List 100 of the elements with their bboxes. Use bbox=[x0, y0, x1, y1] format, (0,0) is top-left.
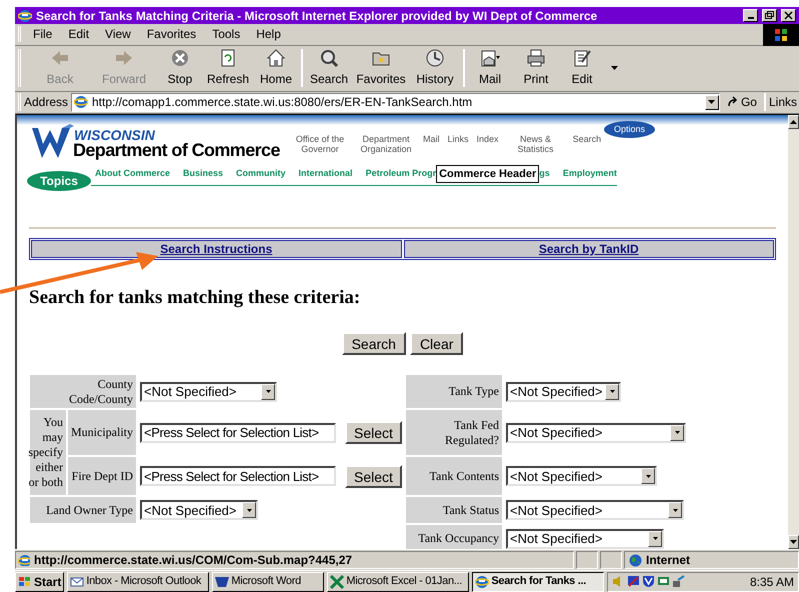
toolbar-button[interactable]: Print bbox=[513, 47, 559, 90]
nav-link[interactable]: News & Statistics bbox=[506, 134, 565, 154]
toolbar-button[interactable]: Search bbox=[305, 47, 353, 90]
edit-icon bbox=[572, 48, 592, 68]
browser-icon bbox=[475, 574, 490, 589]
restore-icon bbox=[765, 11, 774, 20]
address-label: Address bbox=[24, 94, 68, 112]
page-icon bbox=[74, 95, 88, 110]
toolbar-button[interactable]: Stop bbox=[157, 47, 203, 90]
nav-link[interactable]: Office of the Governor bbox=[291, 134, 349, 154]
taskbar-button[interactable]: Microsoft Excel - 01Jan... bbox=[327, 572, 470, 592]
home-icon bbox=[266, 48, 286, 68]
agency-name: Department of Commerce bbox=[73, 140, 280, 159]
field-label: Tank Type bbox=[406, 375, 502, 408]
topic-link[interactable]: gs bbox=[539, 167, 550, 181]
window-title: Search for Tanks Matching Criteria - Microsoft Internet Explorer provided by WI Dept of Commerce bbox=[36, 8, 598, 24]
shield-icon bbox=[642, 575, 656, 588]
toolbar-button[interactable]: Refresh bbox=[203, 47, 253, 90]
dropdown[interactable]: <Not Specified> bbox=[506, 422, 686, 443]
dropdown[interactable]: <Not Specified> bbox=[506, 382, 621, 402]
close-icon bbox=[784, 11, 793, 20]
status-pane bbox=[600, 551, 622, 570]
toolbar-button[interactable]: Favorites bbox=[353, 47, 409, 90]
spreadsheet-icon bbox=[330, 574, 344, 589]
nav-link[interactable]: Department Organization bbox=[357, 134, 415, 154]
dropdown-arrow-icon bbox=[246, 508, 252, 512]
dropdown[interactable]: <Not Specified> bbox=[140, 500, 258, 520]
toolbar-button[interactable]: Mail bbox=[467, 47, 513, 90]
menu-item[interactable]: File bbox=[25, 25, 60, 44]
dropdown-caret-icon bbox=[611, 66, 618, 70]
menu-item[interactable]: Favorites bbox=[138, 25, 204, 44]
field-label: Municipality bbox=[68, 410, 136, 456]
wisconsin-logo-icon bbox=[30, 124, 74, 160]
field-label: Tank Fed Regulated? bbox=[406, 410, 502, 456]
taskbar-button[interactable]: Search for Tanks ... bbox=[472, 572, 604, 592]
page-heading: Search for tanks matching these criteria: bbox=[29, 286, 362, 310]
field-label: Fire Dept ID bbox=[68, 457, 136, 496]
nav-link[interactable]: Links bbox=[448, 134, 469, 144]
form-button[interactable]: Clear bbox=[410, 332, 464, 356]
taskbar-button[interactable]: Microsoft Word bbox=[212, 572, 324, 592]
monitor-icon bbox=[627, 575, 640, 588]
browser-icon bbox=[18, 8, 32, 22]
dropdown[interactable]: <Not Specified> bbox=[506, 466, 657, 486]
topic-link[interactable]: Community bbox=[236, 167, 286, 181]
text-field[interactable]: <Press Select for Selection List> bbox=[140, 422, 336, 443]
windows-flag-icon bbox=[774, 28, 788, 42]
menu-item[interactable]: Help bbox=[248, 25, 289, 44]
scroll-down-icon bbox=[790, 540, 797, 544]
topic-link[interactable]: About Commerce bbox=[95, 167, 170, 181]
form-button[interactable]: Search bbox=[342, 332, 406, 356]
topic-link[interactable]: International bbox=[298, 167, 353, 181]
select-button[interactable]: Select bbox=[345, 464, 402, 488]
field-label: County Code/County bbox=[30, 375, 136, 408]
field-label: Tank Occupancy bbox=[406, 525, 502, 550]
dropdown-arrow-icon bbox=[266, 390, 270, 394]
clock: 8:35 AM bbox=[750, 574, 795, 591]
field-note: You may specify either or both bbox=[30, 410, 66, 496]
go-arrow-icon bbox=[726, 96, 739, 108]
dropdown-arrow-icon bbox=[674, 431, 680, 434]
nav-link[interactable]: Index bbox=[476, 134, 499, 144]
topic-link[interactable]: Petroleum Progr bbox=[366, 167, 436, 181]
text-field[interactable]: <Press Select for Selection List> bbox=[140, 466, 336, 486]
nav-link[interactable]: Search bbox=[572, 134, 602, 144]
topic-link[interactable]: Business bbox=[183, 167, 224, 181]
scrollbar[interactable] bbox=[788, 114, 799, 550]
state-name: WISCONSIN bbox=[74, 128, 155, 142]
field-label: Land Owner Type bbox=[30, 497, 136, 524]
history-icon bbox=[425, 48, 445, 68]
taskbar-button[interactable]: Inbox - Microsoft Outlook bbox=[67, 572, 210, 592]
topics-badge[interactable]: Topics bbox=[27, 170, 91, 191]
search-icon bbox=[319, 48, 339, 68]
toolbar-button[interactable]: Edit bbox=[559, 47, 605, 90]
select-button[interactable]: Select bbox=[345, 421, 402, 444]
menu-item[interactable]: Tools bbox=[204, 25, 248, 44]
toolbar-button[interactable]: History bbox=[409, 47, 461, 90]
dropdown-arrow-icon bbox=[672, 508, 678, 512]
status-pane bbox=[576, 551, 598, 570]
address-field[interactable]: http://comapp1.commerce.state.wi.us:8080/ers/ER-EN-TankSearch.htm bbox=[71, 92, 720, 112]
start-button[interactable]: Start bbox=[15, 572, 64, 592]
dropdown-arrow-icon bbox=[646, 474, 650, 478]
menu-item[interactable]: Edit bbox=[60, 25, 98, 44]
toolbar-button[interactable]: Home bbox=[253, 47, 299, 90]
dropdown[interactable]: <Not Specified> bbox=[506, 500, 684, 520]
field-label: Tank Contents bbox=[406, 457, 502, 496]
nav-link[interactable]: Mail bbox=[423, 134, 440, 144]
scroll-up-icon bbox=[790, 120, 797, 124]
topic-link[interactable]: Employment bbox=[562, 167, 617, 181]
go-button[interactable]: Go bbox=[722, 93, 761, 112]
minimize-icon bbox=[748, 17, 754, 19]
dropdown-arrow-icon bbox=[652, 537, 658, 540]
menu-item[interactable]: View bbox=[97, 25, 139, 44]
tooltip: Commerce Header bbox=[436, 164, 540, 184]
field-label: Tank Status bbox=[406, 497, 502, 524]
page-icon bbox=[18, 554, 30, 566]
printer-icon bbox=[526, 48, 546, 68]
dropdown[interactable]: <Not Specified> bbox=[506, 528, 664, 549]
dropdown[interactable]: <Not Specified> bbox=[140, 382, 277, 402]
links-button[interactable]: Links bbox=[768, 93, 797, 112]
dropdown-arrow-icon bbox=[610, 390, 614, 394]
status-text: http://commerce.state.wi.us/COM/Com-Sub.map?445,27 bbox=[34, 552, 352, 570]
